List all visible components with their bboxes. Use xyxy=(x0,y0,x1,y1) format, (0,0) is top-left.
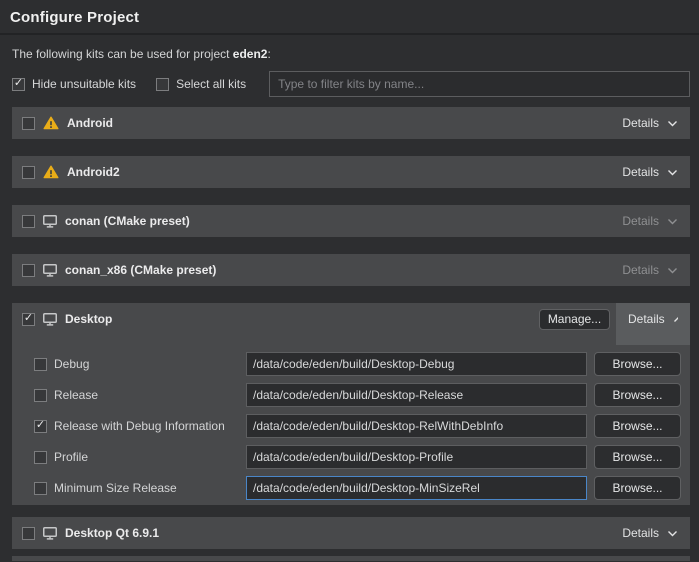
kit-row-desktop: ✓ Desktop Manage... Details xyxy=(12,303,690,335)
details-label: Details xyxy=(622,263,659,277)
manage-button[interactable]: Manage... xyxy=(539,309,610,330)
kit-section-desktop: ✓ Desktop Manage... Details ✓ Debug Brow… xyxy=(12,303,690,505)
desktop-icon xyxy=(43,264,57,277)
details-button[interactable]: Details xyxy=(620,116,680,130)
kit-checkbox[interactable]: ✓ xyxy=(22,527,35,540)
kit-name: Desktop xyxy=(65,312,112,326)
build-config-row-profile: ✓ Profile Browse... xyxy=(34,445,681,469)
chevron-down-icon xyxy=(667,169,678,176)
warning-icon xyxy=(43,165,59,179)
browse-button[interactable]: Browse... xyxy=(594,383,681,407)
project-name: eden2 xyxy=(233,47,268,61)
build-config-row-debug: ✓ Debug Browse... xyxy=(34,352,681,376)
kit-row-conan: ✓ conan (CMake preset) Details xyxy=(12,205,690,237)
kit-row-desktop-qt: ✓ Desktop Qt 6.9.1 Details xyxy=(12,517,690,549)
kit-name: Android xyxy=(67,116,113,130)
kit-list: ✓ Android Details ✓ Android2 Details ✓ c… xyxy=(12,107,690,549)
kit-name: Desktop Qt 6.9.1 xyxy=(65,526,159,540)
details-label: Details xyxy=(622,526,659,540)
build-config-row-relwithdebinfo: ✓ Release with Debug Information Browse.… xyxy=(34,414,681,438)
select-all-kits-label: Select all kits xyxy=(176,77,246,91)
details-button[interactable]: Details xyxy=(620,263,680,277)
kit-checkbox[interactable]: ✓ xyxy=(22,166,35,179)
details-label: Details xyxy=(622,214,659,228)
kit-filter-input[interactable] xyxy=(269,71,690,97)
page-header: Configure Project xyxy=(0,0,699,35)
browse-button[interactable]: Browse... xyxy=(594,414,681,438)
build-dir-input-minsizerel[interactable] xyxy=(246,476,587,500)
details-label: Details xyxy=(622,116,659,130)
kit-checkbox[interactable]: ✓ xyxy=(22,117,35,130)
details-button[interactable]: Details xyxy=(620,214,680,228)
build-config-label: Release with Debug Information xyxy=(54,419,246,433)
build-config-label: Debug xyxy=(54,357,246,371)
kit-checkbox[interactable]: ✓ xyxy=(22,215,35,228)
chevron-down-icon xyxy=(667,530,678,537)
browse-button[interactable]: Browse... xyxy=(594,476,681,500)
details-button[interactable]: Details xyxy=(620,165,680,179)
kit-checkbox[interactable]: ✓ xyxy=(22,313,35,326)
kit-name: Android2 xyxy=(67,165,120,179)
kit-checkbox[interactable]: ✓ xyxy=(22,264,35,277)
desktop-icon xyxy=(43,313,57,326)
warning-icon xyxy=(43,116,59,130)
hide-unsuitable-kits-checkbox[interactable]: ✓ xyxy=(12,78,25,91)
intro-text: The following kits can be used for proje… xyxy=(12,47,690,61)
partial-kit-row xyxy=(12,556,690,561)
build-config-checkbox[interactable]: ✓ xyxy=(34,358,47,371)
build-config-row-release: ✓ Release Browse... xyxy=(34,383,681,407)
chevron-up-icon xyxy=(673,316,678,323)
build-config-checkbox[interactable]: ✓ xyxy=(34,451,47,464)
build-config-row-minsizerel: ✓ Minimum Size Release Browse... xyxy=(34,476,681,500)
details-label: Details xyxy=(622,165,659,179)
select-all-kits-option: ✓ Select all kits xyxy=(156,77,246,91)
build-dir-input-release[interactable] xyxy=(246,383,587,407)
browse-button[interactable]: Browse... xyxy=(594,445,681,469)
browse-button[interactable]: Browse... xyxy=(594,352,681,376)
page-title: Configure Project xyxy=(10,9,689,26)
chevron-down-icon xyxy=(667,267,678,274)
select-all-kits-checkbox[interactable]: ✓ xyxy=(156,78,169,91)
kit-row-android: ✓ Android Details xyxy=(12,107,690,139)
build-dir-input-profile[interactable] xyxy=(246,445,587,469)
hide-unsuitable-kits-option: ✓ Hide unsuitable kits xyxy=(12,77,136,91)
desktop-icon xyxy=(43,527,57,540)
chevron-down-icon xyxy=(667,218,678,225)
build-config-label: Minimum Size Release xyxy=(54,481,246,495)
kit-row-android2: ✓ Android2 Details xyxy=(12,156,690,188)
kit-filter-controls: ✓ Hide unsuitable kits ✓ Select all kits xyxy=(12,71,690,97)
details-button[interactable]: Details xyxy=(620,526,680,540)
build-dir-input-relwithdebinfo[interactable] xyxy=(246,414,587,438)
hide-unsuitable-kits-label: Hide unsuitable kits xyxy=(32,77,136,91)
build-config-checkbox[interactable]: ✓ xyxy=(34,389,47,402)
build-config-checkbox[interactable]: ✓ xyxy=(34,420,47,433)
build-config-label: Release xyxy=(54,388,246,402)
details-button-expanded[interactable]: Details xyxy=(626,312,680,326)
chevron-down-icon xyxy=(667,120,678,127)
kit-name: conan_x86 (CMake preset) xyxy=(65,263,216,277)
build-config-checkbox[interactable]: ✓ xyxy=(34,482,47,495)
kit-row-conan-x86: ✓ conan_x86 (CMake preset) Details xyxy=(12,254,690,286)
build-dir-input-debug[interactable] xyxy=(246,352,587,376)
desktop-icon xyxy=(43,215,57,228)
kit-name: conan (CMake preset) xyxy=(65,214,190,228)
build-config-label: Profile xyxy=(54,450,246,464)
details-label: Details xyxy=(628,312,665,326)
